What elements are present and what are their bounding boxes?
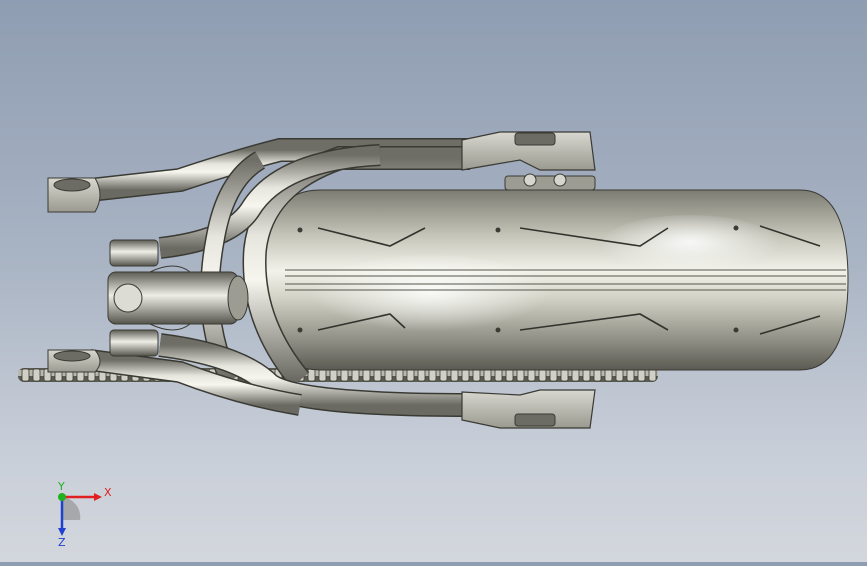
z-axis-label: Z — [58, 536, 66, 549]
chain-link — [648, 368, 657, 382]
chain-link — [406, 368, 415, 382]
chain-link — [615, 368, 624, 382]
brake-mount[interactable] — [504, 173, 596, 191]
orientation-triad[interactable]: X Y Z — [40, 480, 120, 550]
chain-link — [494, 368, 503, 382]
graphics-viewport[interactable]: X Y Z — [0, 0, 867, 562]
chain-link — [527, 368, 536, 382]
mount-ear-lower[interactable] — [47, 349, 101, 373]
chain-link — [549, 368, 558, 382]
chain-link — [439, 368, 448, 382]
chain-link — [362, 368, 371, 382]
chain-link — [538, 368, 547, 382]
chain-link — [560, 368, 569, 382]
chain-link — [32, 368, 41, 382]
chain-link — [21, 368, 30, 382]
chain-link — [637, 368, 646, 382]
chain-link — [472, 368, 481, 382]
chain-link — [593, 368, 602, 382]
model-render[interactable] — [0, 0, 867, 562]
y-axis-dot — [58, 493, 66, 501]
chain-link — [582, 368, 591, 382]
chain-link — [604, 368, 613, 382]
x-axis-label: X — [104, 486, 112, 499]
x-axis-arrowhead — [94, 493, 102, 501]
chain-link — [483, 368, 492, 382]
y-axis-label: Y — [57, 480, 65, 493]
chain-link — [450, 368, 459, 382]
chain-link — [351, 368, 360, 382]
chain-link — [461, 368, 470, 382]
z-axis-arrowhead — [58, 528, 66, 536]
chain-link — [626, 368, 635, 382]
chain-link — [428, 368, 437, 382]
chain-link — [395, 368, 404, 382]
chain-link — [505, 368, 514, 382]
mount-ear-upper[interactable] — [47, 177, 101, 213]
triad-plane-icon — [62, 497, 81, 520]
axle-block-lower[interactable] — [461, 389, 596, 429]
chain-link — [340, 368, 349, 382]
chain-link — [516, 368, 525, 382]
chain-link — [307, 368, 316, 382]
chain-link — [384, 368, 393, 382]
axle-block-upper[interactable] — [461, 131, 596, 171]
chain-link — [571, 368, 580, 382]
chain-link — [417, 368, 426, 382]
chain-link — [318, 368, 327, 382]
chain-link — [373, 368, 382, 382]
chain-link — [329, 368, 338, 382]
rear-tire[interactable] — [261, 189, 849, 371]
